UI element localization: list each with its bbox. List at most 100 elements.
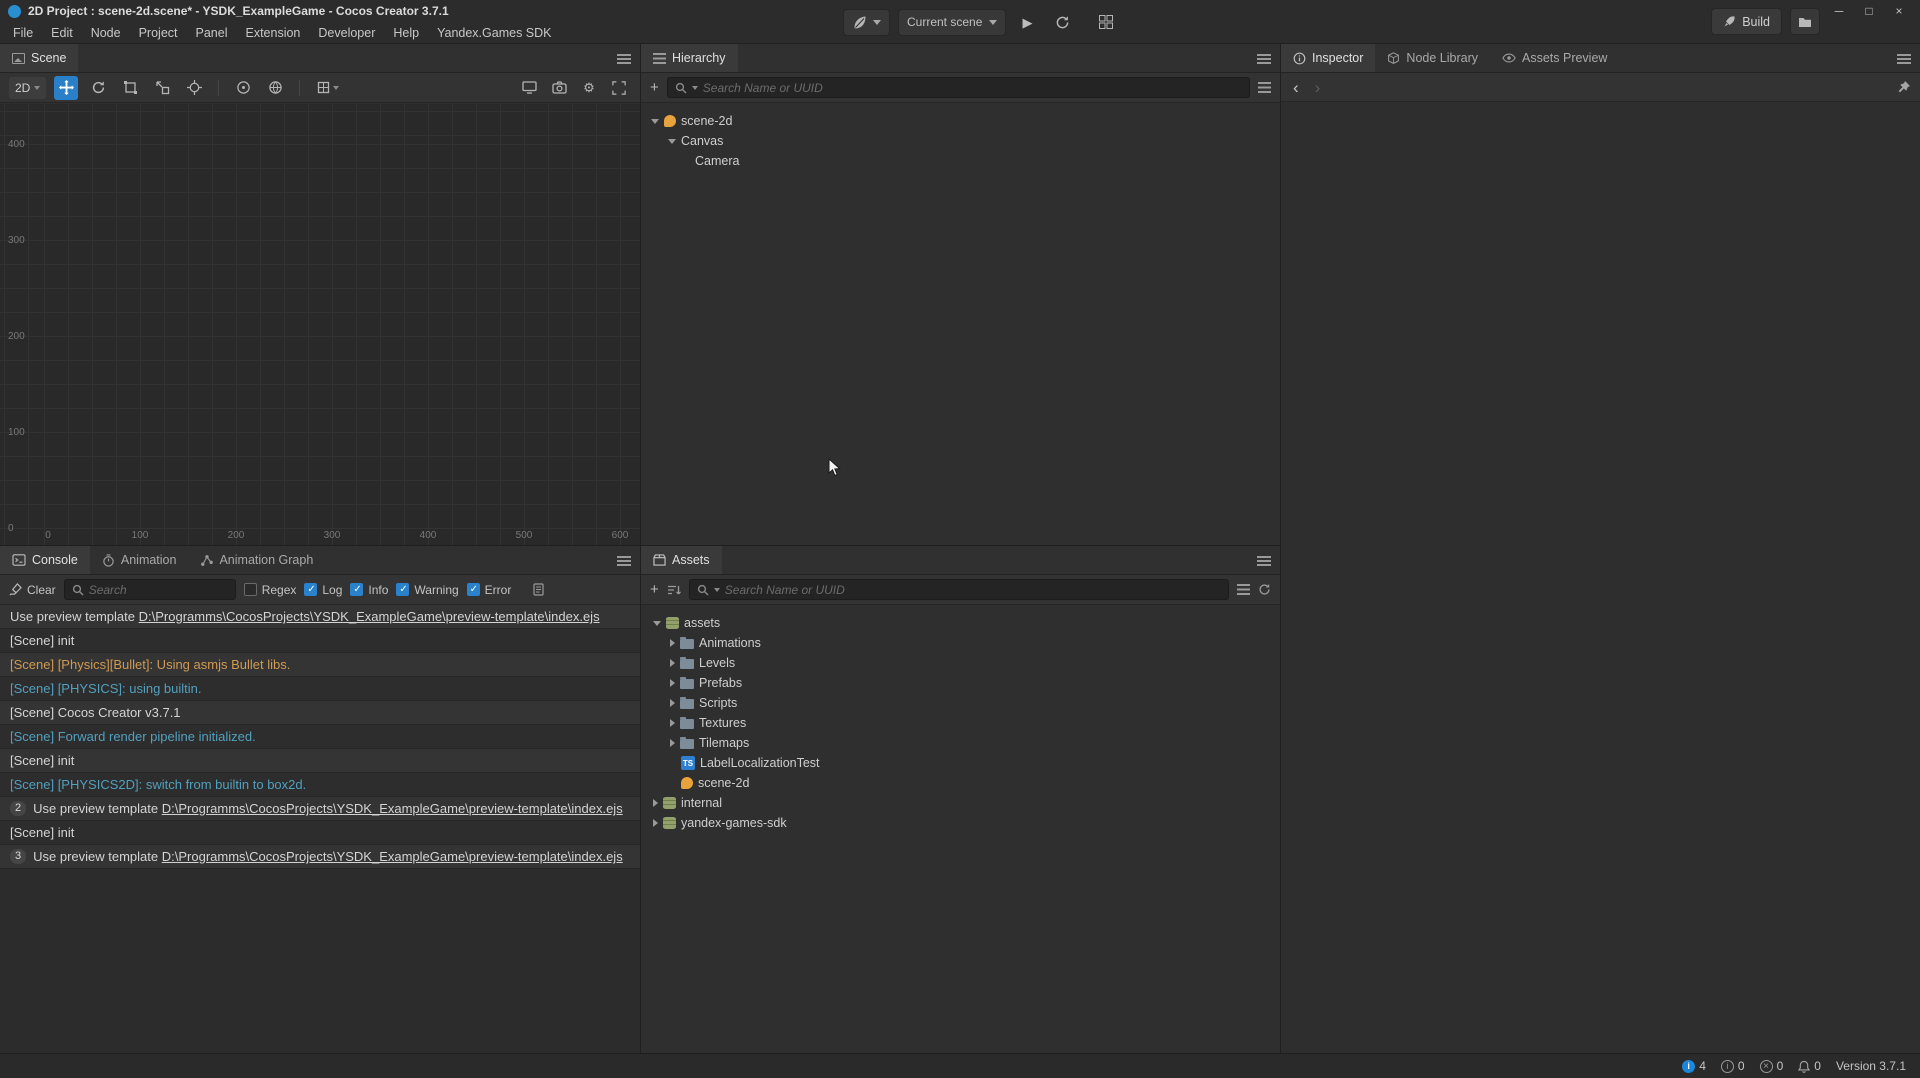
tab-assets[interactable]: Assets — [641, 546, 722, 574]
tab-console[interactable]: Console — [0, 546, 90, 574]
asset-item-labellocalizationtest[interactable]: LabelLocalizationTest — [641, 753, 1280, 773]
tab-animation-graph[interactable]: Animation Graph — [188, 546, 325, 574]
menu-project[interactable]: Project — [130, 22, 187, 43]
pivot-toggle-button[interactable] — [231, 76, 255, 100]
log-row[interactable]: [Scene] init — [0, 749, 640, 773]
scene-settings-button[interactable]: ⚙ — [577, 76, 601, 100]
chevron-right-icon[interactable] — [670, 719, 675, 727]
tab-hierarchy[interactable]: Hierarchy — [641, 44, 738, 72]
scene-capture-button[interactable] — [547, 76, 571, 100]
assets-panel-menu-icon[interactable] — [1257, 556, 1271, 566]
chevron-down-icon[interactable] — [668, 139, 676, 144]
menu-file[interactable]: File — [4, 22, 42, 43]
log-row[interactable]: [Scene] [Physics][Bullet]: Using asmjs B… — [0, 653, 640, 677]
tab-assets-preview[interactable]: Assets Preview — [1490, 44, 1619, 72]
assets-search-input[interactable] — [725, 583, 1221, 597]
asset-item-scene-2d[interactable]: scene-2d — [641, 773, 1280, 793]
tab-animation[interactable]: Animation — [90, 546, 189, 574]
filter-error[interactable]: Error — [467, 583, 512, 597]
move-tool-button[interactable] — [54, 76, 78, 100]
log-row[interactable]: [Scene] init — [0, 821, 640, 845]
log-row[interactable]: [Scene] [PHYSICS]: using builtin. — [0, 677, 640, 701]
log-file-button[interactable] — [533, 583, 544, 596]
status-info[interactable]: 4 — [1682, 1059, 1706, 1073]
log-file-link[interactable]: D:\Programms\CocosProjects\YSDK_ExampleG… — [162, 849, 623, 864]
close-button[interactable]: × — [1884, 1, 1914, 20]
sort-assets-icon[interactable] — [667, 584, 681, 596]
clear-button[interactable]: Clear — [9, 583, 56, 597]
gizmo-options-button[interactable] — [312, 76, 344, 100]
log-row[interactable]: Use preview template D:\Programms\CocosP… — [0, 605, 640, 629]
2d-mode-button[interactable]: 2D — [9, 77, 46, 99]
assets-list-options-icon[interactable] — [1237, 584, 1250, 595]
console-search-input[interactable] — [89, 583, 228, 597]
chevron-down-icon[interactable] — [651, 119, 659, 124]
tab-node-library[interactable]: Node Library — [1375, 44, 1490, 72]
view-mode-button[interactable] — [517, 76, 541, 100]
history-forward-button[interactable]: › — [1315, 79, 1321, 96]
menu-yandex-games-sdk[interactable]: Yandex.Games SDK — [428, 22, 560, 43]
hierarchy-list-options-icon[interactable] — [1258, 82, 1271, 93]
menu-extension[interactable]: Extension — [236, 22, 309, 43]
chevron-right-icon[interactable] — [670, 699, 675, 707]
hierarchy-node-camera[interactable]: Camera — [641, 151, 1280, 171]
asset-item-tilemaps[interactable]: Tilemaps — [641, 733, 1280, 753]
asset-item-prefabs[interactable]: Prefabs — [641, 673, 1280, 693]
chevron-right-icon[interactable] — [670, 679, 675, 687]
rect-tool-button[interactable] — [118, 76, 142, 100]
asset-item-levels[interactable]: Levels — [641, 653, 1280, 673]
asset-item-scripts[interactable]: Scripts — [641, 693, 1280, 713]
log-file-link[interactable]: D:\Programms\CocosProjects\YSDK_ExampleG… — [162, 801, 623, 816]
console-search[interactable] — [64, 579, 236, 600]
scene-viewport[interactable]: 400 300 200 100 0 0 100 200 300 400 500 … — [0, 104, 640, 545]
history-back-button[interactable]: ‹ — [1293, 79, 1299, 96]
menu-help[interactable]: Help — [384, 22, 428, 43]
log-row[interactable]: 3 Use preview template D:\Programms\Coco… — [0, 845, 640, 869]
build-button[interactable]: Build — [1711, 8, 1782, 35]
inspector-panel-menu-icon[interactable] — [1897, 54, 1911, 64]
asset-item-animations[interactable]: Animations — [641, 633, 1280, 653]
anchor-tool-button[interactable] — [182, 76, 206, 100]
assets-search[interactable] — [689, 579, 1229, 600]
hierarchy-search[interactable] — [667, 77, 1250, 98]
log-row[interactable]: [Scene] Forward render pipeline initiali… — [0, 725, 640, 749]
maximize-button[interactable]: □ — [1854, 1, 1884, 20]
log-row[interactable]: 2 Use preview template D:\Programms\Coco… — [0, 797, 640, 821]
filter-regex[interactable]: Regex — [244, 583, 297, 597]
hierarchy-node-canvas[interactable]: Canvas — [641, 131, 1280, 151]
rotate-tool-button[interactable] — [86, 76, 110, 100]
log-row[interactable]: [Scene] Cocos Creator v3.7.1 — [0, 701, 640, 725]
coordinate-space-button[interactable] — [263, 76, 287, 100]
chevron-down-icon[interactable] — [653, 621, 661, 626]
hierarchy-node-scene-2d[interactable]: scene-2d — [641, 111, 1280, 131]
assets-refresh-icon[interactable] — [1258, 583, 1271, 596]
menu-panel[interactable]: Panel — [187, 22, 237, 43]
engine-dropdown[interactable] — [843, 9, 890, 36]
status-error[interactable]: 0 — [1760, 1059, 1784, 1073]
log-row[interactable]: [Scene] [PHYSICS2D]: switch from builtin… — [0, 773, 640, 797]
chevron-right-icon[interactable] — [653, 819, 658, 827]
chevron-right-icon[interactable] — [670, 659, 675, 667]
filter-warning[interactable]: Warning — [396, 583, 458, 597]
filter-info[interactable]: Info — [350, 583, 388, 597]
layout-button[interactable] — [1092, 9, 1119, 36]
asset-item-textures[interactable]: Textures — [641, 713, 1280, 733]
menu-node[interactable]: Node — [82, 22, 130, 43]
asset-item-assets[interactable]: assets — [641, 613, 1280, 633]
status-log[interactable]: 0 — [1721, 1059, 1745, 1073]
asset-item-yandex-games-sdk[interactable]: yandex-games-sdk — [641, 813, 1280, 833]
hierarchy-search-input[interactable] — [703, 81, 1242, 95]
pin-icon[interactable] — [1897, 80, 1911, 94]
scale-tool-button[interactable] — [150, 76, 174, 100]
log-file-link[interactable]: D:\Programms\CocosProjects\YSDK_ExampleG… — [139, 609, 600, 624]
tab-inspector[interactable]: Inspector — [1281, 44, 1375, 72]
log-row[interactable]: [Scene] init — [0, 629, 640, 653]
chevron-right-icon[interactable] — [670, 739, 675, 747]
preview-scene-select[interactable]: Current scene — [898, 9, 1006, 36]
tab-scene[interactable]: Scene — [0, 44, 78, 72]
scene-panel-menu-icon[interactable] — [617, 54, 631, 64]
search-filter-chevron-icon[interactable] — [692, 86, 698, 90]
fullscreen-button[interactable] — [607, 76, 631, 100]
chevron-right-icon[interactable] — [670, 639, 675, 647]
minimize-button[interactable]: ─ — [1824, 1, 1854, 20]
